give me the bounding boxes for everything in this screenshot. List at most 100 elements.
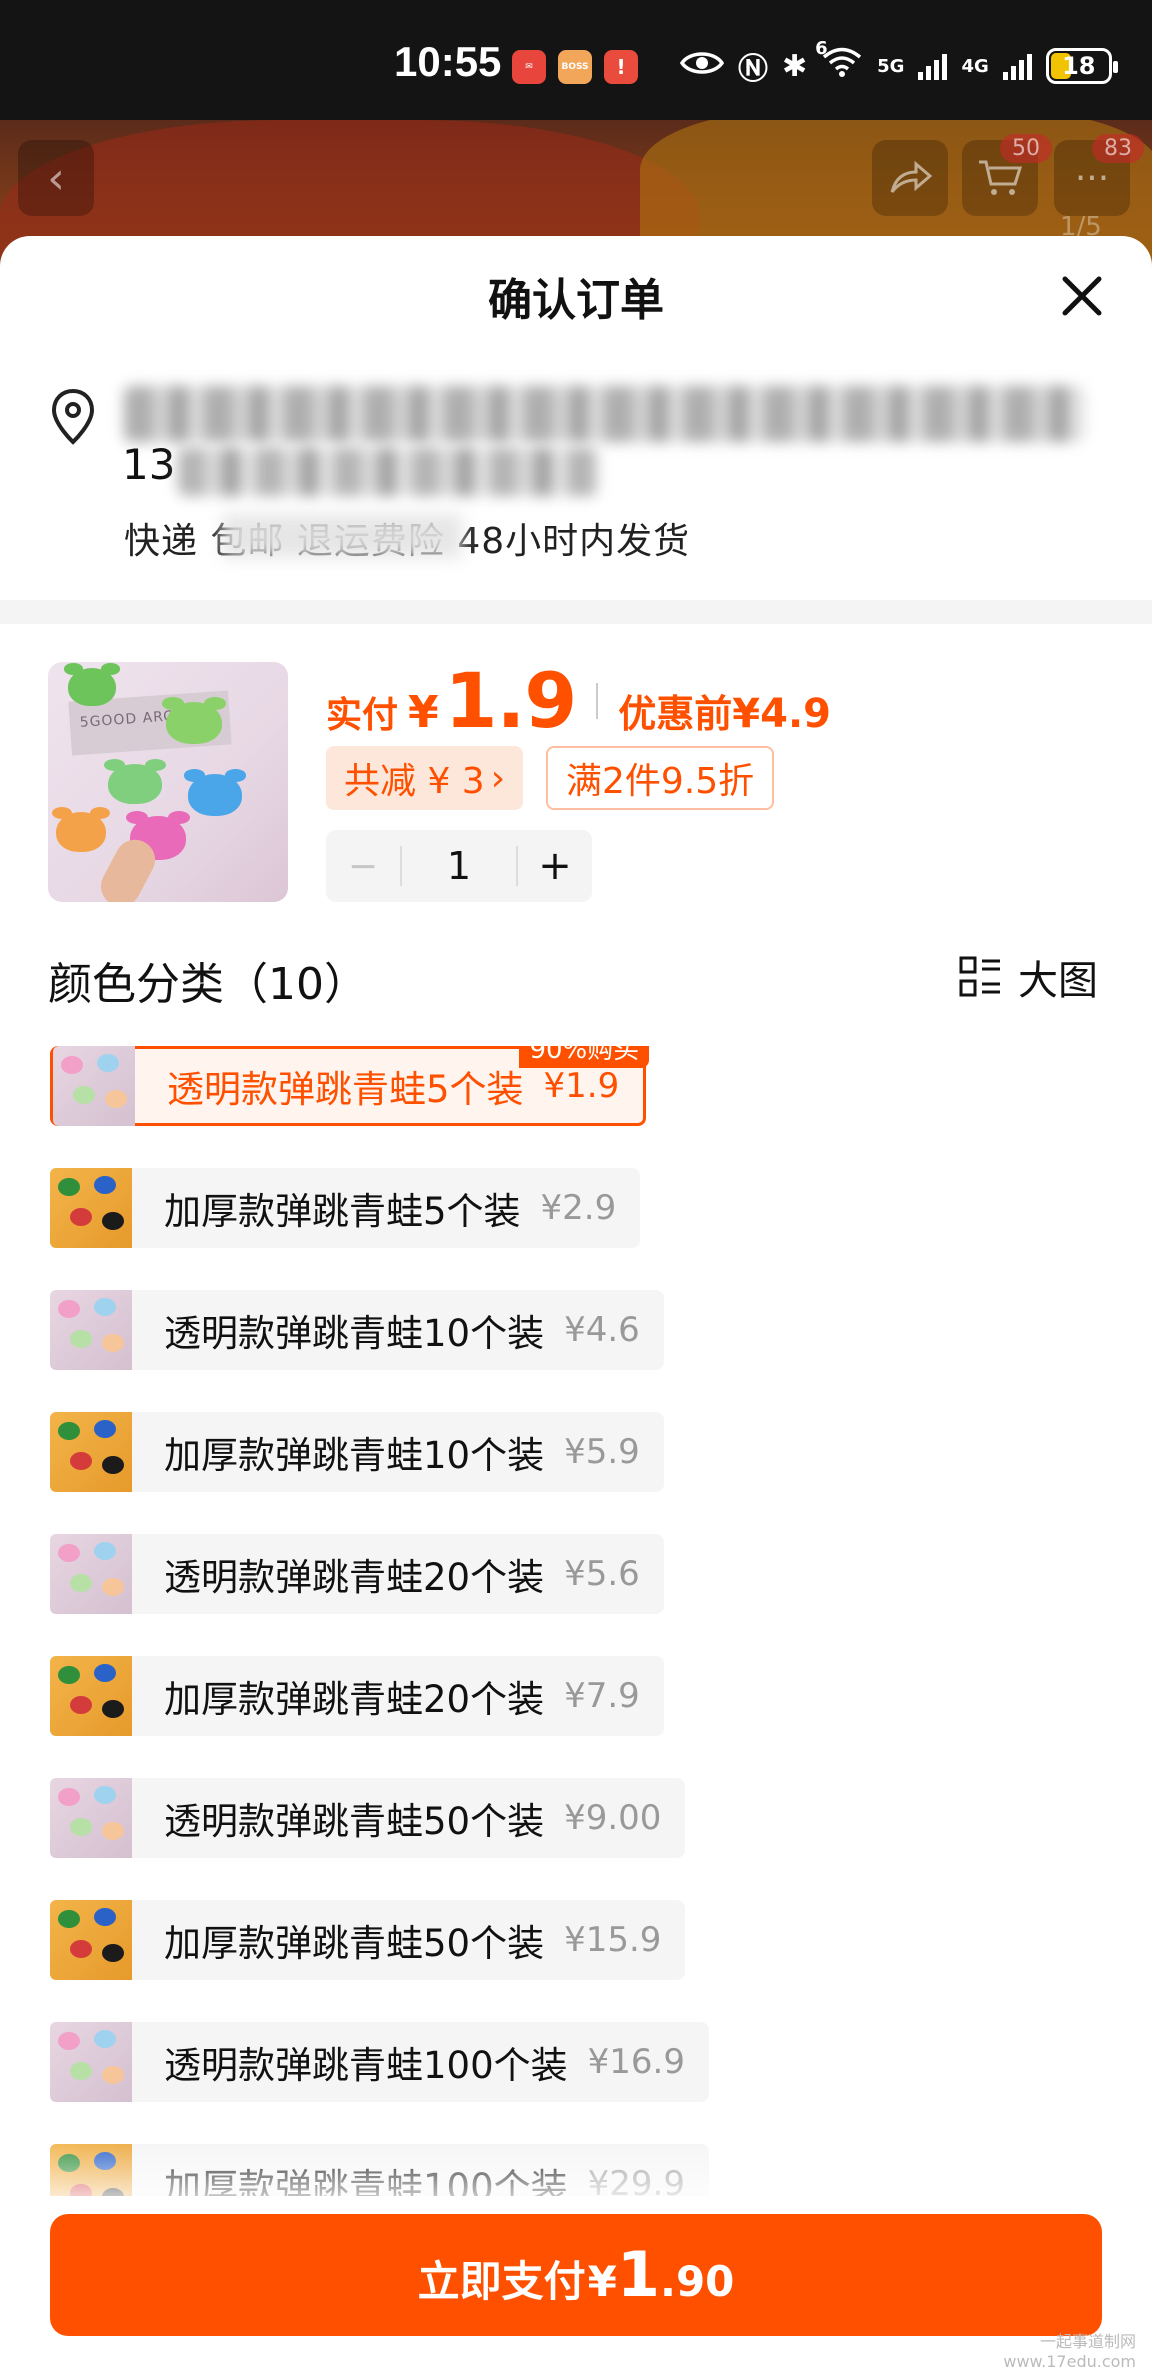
cart-badge: 50 <box>1000 134 1052 163</box>
network-4g-label: 4G <box>961 55 989 77</box>
battery-icon: 18 <box>1045 48 1118 84</box>
frog-dot <box>70 1574 92 1592</box>
wifi-label: 6 <box>815 38 828 59</box>
confirm-order-sheet: 确认订单 13 快递 包邮 退运费险 48小时内发货 5GOOD ARCH 实付… <box>0 236 1152 2376</box>
frog-dot <box>102 2066 124 2084</box>
boss-app-icon: BOSS <box>558 50 592 84</box>
quantity-value[interactable]: 1 <box>402 844 516 888</box>
status-bar: 10:55 ✉ BOSS ! Ⓝ ✱ 6 5G 4G 18 <box>0 0 1152 120</box>
frog-dot <box>58 2032 80 2050</box>
variant-price: ¥16.9 <box>587 2042 685 2082</box>
frog-dot <box>70 2062 92 2080</box>
frog-dot <box>102 1212 124 1230</box>
popularity-badge: 90%购买 <box>519 1046 650 1068</box>
network-5g-label: 5G <box>877 55 905 77</box>
frog-dot <box>58 1422 80 1440</box>
original-price: ¥4.9 <box>732 691 831 737</box>
variant-option[interactable]: 加厚款弹跳青蛙50个装 ¥15.9 <box>50 1900 686 1980</box>
frog-dot <box>94 1542 116 1560</box>
address-redacted <box>124 386 1084 442</box>
variant-price: ¥5.6 <box>564 1554 640 1594</box>
variant-option[interactable]: 透明款弹跳青蛙50个装 ¥9.00 <box>50 1778 686 1858</box>
variant-thumbnail <box>50 1778 132 1858</box>
discount-label: 共减 ¥ 3 <box>344 761 485 802</box>
variant-thumbnail <box>50 1412 132 1492</box>
price-row: 实付 ¥ 1.9 优惠前 ¥4.9 <box>326 656 831 745</box>
frog-dot <box>70 1330 92 1348</box>
frog-dot <box>58 1544 80 1562</box>
variant-option[interactable]: 加厚款弹跳青蛙10个装 ¥5.9 <box>50 1412 664 1492</box>
variant-option[interactable]: 透明款弹跳青蛙5个装 ¥1.9 90%购买 <box>50 1046 650 1126</box>
frog-toy <box>103 759 167 804</box>
frog-dot <box>102 1822 124 1840</box>
back-icon: ‹ <box>18 140 94 216</box>
frog-toy <box>161 696 227 744</box>
bluetooth-icon: ✱ <box>782 48 808 84</box>
close-button[interactable] <box>1054 268 1110 324</box>
frog-dot <box>61 1056 83 1074</box>
increase-button[interactable]: + <box>518 830 592 902</box>
pay-amount: 1.9 <box>444 656 578 745</box>
frog-dot <box>102 1334 124 1352</box>
frog-dot <box>70 1940 92 1958</box>
frog-toy <box>64 663 120 706</box>
frog-dot <box>58 1666 80 1684</box>
frog-dot <box>73 1086 95 1104</box>
frog-dot <box>58 1300 80 1318</box>
variant-option[interactable]: 透明款弹跳青蛙100个装 ¥16.9 <box>50 2022 709 2102</box>
battery-level: 18 <box>1062 52 1096 80</box>
frog-dot <box>70 1696 92 1714</box>
signal-5g-icon <box>918 52 948 80</box>
watermark: 一起事道制网 www.17edu.com <box>1003 2332 1136 2372</box>
pay-now-button[interactable]: 立即支付 ¥ 1 .90 <box>50 2214 1102 2336</box>
variant-option[interactable]: 透明款弹跳青蛙20个装 ¥5.6 <box>50 1534 664 1614</box>
variant-thumbnail <box>50 1290 132 1370</box>
variant-price: ¥2.9 <box>540 1188 617 1228</box>
frog-dot <box>70 1452 92 1470</box>
variant-name: 透明款弹跳青蛙100个装 <box>164 2044 568 2087</box>
variant-thumbnail <box>50 1900 132 1980</box>
variant-section-title: 颜色分类（10） <box>48 959 368 1010</box>
frog-dot <box>58 1910 80 1928</box>
variant-thumbnail <box>53 1046 135 1126</box>
frog-dot <box>70 1818 92 1836</box>
cart-icon: 50 <box>962 134 1052 216</box>
decrease-button[interactable]: − <box>326 830 400 902</box>
eye-icon <box>679 47 725 85</box>
variant-name: 加厚款弹跳青蛙10个装 <box>164 1434 545 1477</box>
variant-thumbnail <box>50 1534 132 1614</box>
pay-button-amount-int: 1 <box>616 2238 660 2311</box>
pay-button-currency: ¥ <box>587 2257 617 2306</box>
variant-thumbnail <box>50 1656 132 1736</box>
variant-option[interactable]: 透明款弹跳青蛙10个装 ¥4.6 <box>50 1290 664 1370</box>
big-picture-label: 大图 <box>1018 958 1098 1004</box>
variant-name: 透明款弹跳青蛙5个装 <box>167 1068 524 1111</box>
product-image[interactable]: 5GOOD ARCH <box>48 662 288 902</box>
frog-dot <box>58 1178 80 1196</box>
variant-list: 透明款弹跳青蛙5个装 ¥1.9 90%购买 加厚款弹跳青蛙5个装 ¥2.9 透明款弹跳青蛙… <box>0 1046 1152 2196</box>
variant-option[interactable]: 加厚款弹跳青蛙20个装 ¥7.9 <box>50 1656 664 1736</box>
watermark-line1: 一起事道制网 <box>1039 2332 1136 2351</box>
frog-toy <box>52 807 110 852</box>
frog-dot <box>102 1578 124 1596</box>
red-envelope-app-icon: ✉ <box>512 50 546 84</box>
frog-dot <box>102 1700 124 1718</box>
offer-tag: 满2件9.5折 <box>546 746 775 810</box>
pay-button-amount-dec: .90 <box>659 2257 735 2306</box>
frog-dot <box>94 1786 116 1804</box>
wifi-icon: 6 <box>815 38 863 86</box>
alert-app-icon: ! <box>604 50 638 84</box>
frog-dot <box>102 1456 124 1474</box>
big-picture-toggle[interactable]: 大图 <box>958 948 1098 1006</box>
discount-tag[interactable]: 共减 ¥ 3 › <box>326 746 524 810</box>
frog-dot <box>94 1908 116 1926</box>
frog-dot <box>94 1664 116 1682</box>
grid-list-icon <box>959 956 1000 997</box>
nfc-icon: Ⓝ <box>738 52 768 87</box>
variant-name: 加厚款弹跳青蛙50个装 <box>164 1922 545 1965</box>
frog-dot <box>97 1054 119 1072</box>
variant-option[interactable]: 加厚款弹跳青蛙5个装 ¥2.9 <box>50 1168 641 1248</box>
frog-dot <box>102 1944 124 1962</box>
variant-name: 透明款弹跳青蛙50个装 <box>164 1800 545 1843</box>
variant-thumbnail <box>50 2022 132 2102</box>
